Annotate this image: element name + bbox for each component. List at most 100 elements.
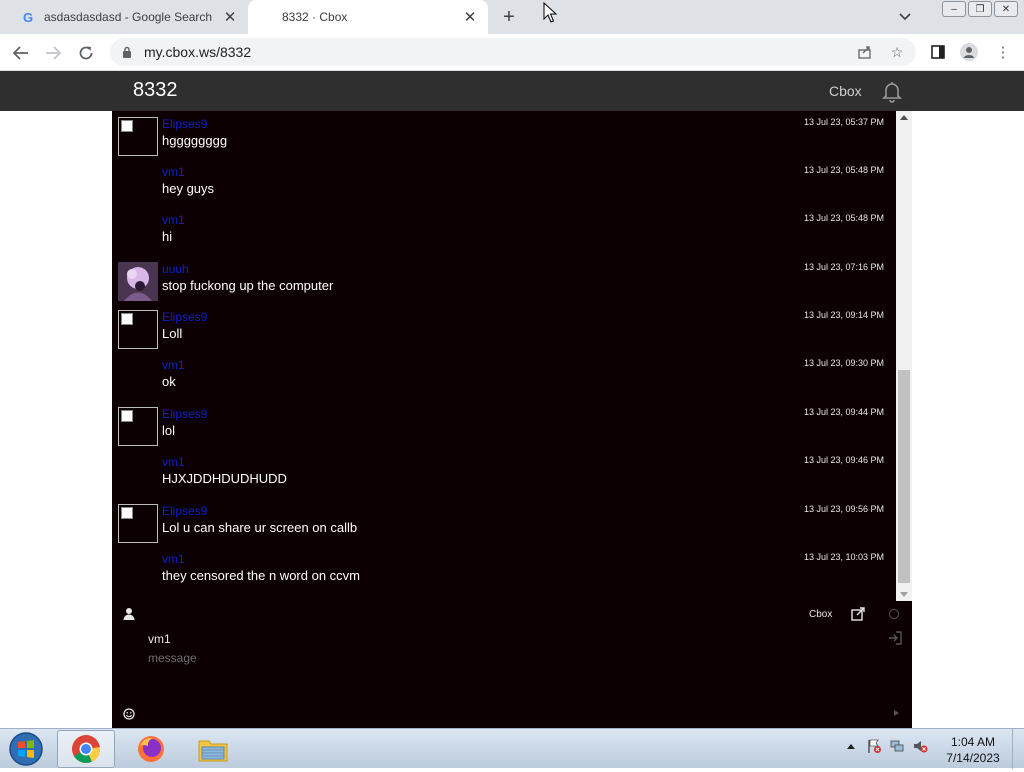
tray-expand-icon[interactable]	[843, 738, 859, 754]
message-timestamp: 13 Jul 23, 09:44 PM	[803, 407, 884, 417]
message-username[interactable]: Elipses9	[162, 117, 207, 131]
message-row: vm1 ok 13 Jul 23, 09:30 PM	[112, 352, 896, 400]
user-icon[interactable]	[123, 607, 135, 621]
message-username[interactable]: Elipses9	[162, 407, 207, 421]
name-field[interactable]	[148, 629, 868, 649]
send-arrow-icon[interactable]	[894, 710, 899, 716]
message-row: vm1 they censored the n word on ccvm 13 …	[112, 546, 896, 594]
external-link-icon[interactable]	[851, 607, 865, 621]
scroll-down-arrow-icon[interactable]	[900, 592, 908, 597]
message-row: Elipses9 hgggggggg 13 Jul 23, 05:37 PM	[112, 111, 896, 159]
reload-button[interactable]	[73, 40, 99, 66]
message-username[interactable]: vm1	[162, 455, 185, 469]
tab-title: asdasdasdasd - Google Search	[44, 10, 213, 24]
tab-strip: G asdasdasdasd - Google Search ✕ 8332 · …	[0, 0, 1024, 34]
system-tray	[843, 738, 928, 754]
mouse-cursor-icon	[543, 1, 558, 24]
taskbar-file-explorer[interactable]	[184, 730, 242, 768]
network-icon[interactable]	[889, 738, 905, 754]
lock-icon[interactable]	[120, 45, 134, 59]
message-text: stop fuckong up the computer	[162, 278, 334, 293]
cbox-footer-link[interactable]: Cbox	[809, 609, 832, 620]
folder-icon	[198, 740, 228, 762]
taskbar-firefox[interactable]	[122, 730, 180, 768]
message-timestamp: 13 Jul 23, 09:30 PM	[803, 358, 884, 368]
taskbar-clock[interactable]: 1:04 AM 7/14/2023	[940, 734, 1006, 766]
taskbar-chrome[interactable]	[57, 730, 115, 768]
message-row: Elipses9 Lol u can share ur screen on ca…	[112, 498, 896, 546]
new-tab-button[interactable]: +	[498, 6, 520, 28]
broken-image-avatar	[118, 310, 158, 349]
cbox-brand-link[interactable]: Cbox	[829, 83, 862, 99]
message-username[interactable]: vm1	[162, 358, 185, 372]
site-header: 8332 Cbox	[0, 71, 1024, 111]
firefox-icon	[138, 736, 164, 762]
message-username[interactable]: vm1	[162, 213, 185, 227]
start-button[interactable]	[6, 731, 46, 767]
back-button[interactable]	[8, 40, 34, 66]
message-row: vm1 hey guys 13 Jul 23, 05:48 PM	[112, 159, 896, 207]
browser-menu-icon[interactable]: ⋮	[993, 42, 1013, 62]
volume-muted-icon[interactable]	[912, 738, 928, 754]
show-desktop-button[interactable]	[1012, 729, 1024, 769]
cbox-chat: Elipses9 hgggggggg 13 Jul 23, 05:37 PM v…	[112, 111, 912, 728]
close-icon[interactable]: ✕	[460, 7, 480, 27]
chat-controls-bar: Cbox	[112, 601, 912, 629]
window-close-button[interactable]: ✕	[994, 1, 1018, 17]
message-timestamp: 13 Jul 23, 09:46 PM	[803, 455, 884, 465]
message-timestamp: 13 Jul 23, 05:37 PM	[803, 117, 884, 127]
message-text: hgggggggg	[162, 133, 228, 148]
message-timestamp: 13 Jul 23, 10:03 PM	[803, 552, 884, 562]
message-scrollbar[interactable]	[896, 111, 912, 601]
message-row: vm1 HJXJDDHDUDHUDD 13 Jul 23, 09:46 PM	[112, 449, 896, 497]
login-icon[interactable]	[888, 631, 902, 645]
tab-title: 8332 · Cbox	[282, 10, 348, 24]
forward-button[interactable]	[40, 40, 66, 66]
action-center-flag-icon[interactable]	[866, 738, 882, 754]
tab-search-chevron-icon[interactable]	[895, 8, 915, 26]
tab-google-search[interactable]: G asdasdasdasd - Google Search ✕	[8, 0, 248, 34]
message-text: hi	[162, 229, 173, 244]
browser-toolbar: my.cbox.ws/8332 ☆ ⋮	[0, 34, 1024, 71]
google-g-icon: G	[22, 9, 34, 25]
message-username[interactable]: vm1	[162, 552, 185, 566]
message-timestamp: 13 Jul 23, 07:16 PM	[803, 262, 884, 272]
bookmark-star-icon[interactable]: ☆	[888, 43, 906, 61]
status-circle-icon[interactable]	[889, 609, 899, 619]
message-text: Lol u can share ur screen on callb	[162, 520, 358, 535]
broken-image-avatar	[118, 117, 158, 156]
broken-image-avatar	[118, 504, 158, 543]
bell-icon[interactable]	[880, 79, 904, 103]
broken-image-avatar	[118, 407, 158, 446]
message-input[interactable]	[148, 651, 868, 711]
message-timestamp: 13 Jul 23, 09:14 PM	[803, 310, 884, 320]
message-text: lol	[162, 423, 176, 438]
message-username[interactable]: Elipses9	[162, 310, 207, 324]
scrollbar-thumb[interactable]	[898, 370, 910, 583]
scroll-up-arrow-icon[interactable]	[900, 115, 908, 120]
message-row: vm1 hi 13 Jul 23, 05:48 PM	[112, 207, 896, 255]
restore-button[interactable]: ❐	[968, 1, 992, 17]
tab-cbox[interactable]: 8332 · Cbox ✕	[248, 0, 488, 34]
message-username[interactable]: vm1	[162, 165, 185, 179]
message-timestamp: 13 Jul 23, 09:56 PM	[803, 504, 884, 514]
message-list[interactable]: Elipses9 hgggggggg 13 Jul 23, 05:37 PM v…	[112, 111, 896, 601]
message-username[interactable]: uuuh	[162, 262, 189, 276]
window-controls: – ❐ ✕	[942, 1, 1018, 17]
address-bar[interactable]: my.cbox.ws/8332 ☆	[110, 38, 916, 66]
user-photo-avatar	[118, 262, 158, 301]
message-username[interactable]: Elipses9	[162, 504, 207, 518]
profile-avatar-icon[interactable]	[959, 42, 979, 62]
close-icon[interactable]: ✕	[220, 7, 240, 27]
side-panel-icon[interactable]	[928, 42, 948, 62]
emoji-icon[interactable]	[123, 707, 135, 720]
page-title: 8332	[133, 79, 178, 101]
share-icon[interactable]	[856, 43, 874, 61]
minimize-button[interactable]: –	[942, 1, 966, 17]
clock-date: 7/14/2023	[946, 751, 1000, 765]
chrome-icon	[72, 735, 101, 763]
message-timestamp: 13 Jul 23, 05:48 PM	[803, 165, 884, 175]
message-row: Elipses9 Loll 13 Jul 23, 09:14 PM	[112, 304, 896, 352]
message-text: hey guys	[162, 181, 215, 196]
clock-time: 1:04 AM	[950, 735, 996, 749]
